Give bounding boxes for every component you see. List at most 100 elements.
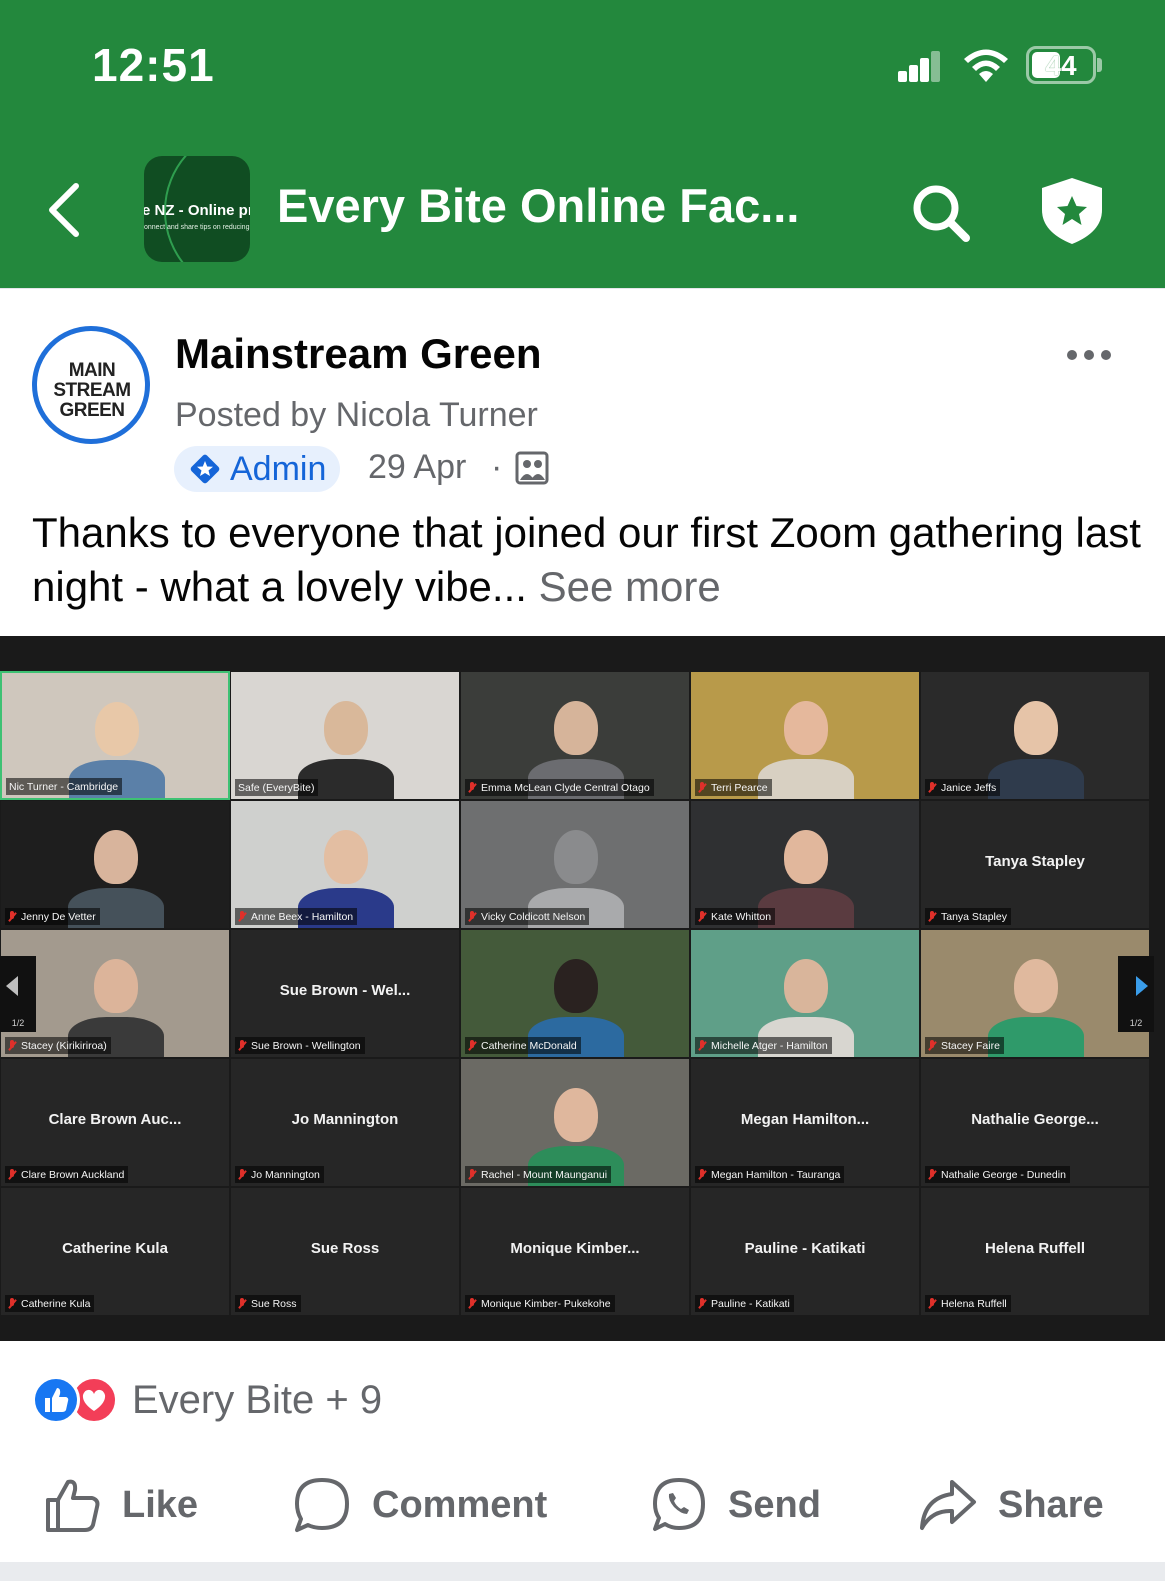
zoom-participant-tile: Jo Mannington Jo Mannington [230,1058,460,1187]
muted-mic-icon [238,1298,246,1309]
participant-name-label: Stacey Faire [925,1037,1004,1054]
participant-name-label: Sue Ross [235,1295,301,1312]
participant-name-label: Sue Brown - Wellington [235,1037,365,1054]
participant-display-name: Sue Brown - Wel... [279,982,411,999]
avatar-logo-text: MAIN STREAM GREEN [53,360,131,421]
participant-name-label: Tanya Stapley [925,908,1011,925]
zoom-participant-tile: Tanya Stapley Tanya Stapley [920,800,1150,929]
muted-mic-icon [928,911,936,922]
share-label: Share [998,1483,1104,1526]
zoom-participant-tile: Emma McLean Clyde Central Otago [460,671,690,800]
zoom-participant-tile: Sue Brown - Wel... Sue Brown - Wellington [230,929,460,1058]
like-label: Like [122,1483,199,1526]
participant-display-name: Pauline - Katikati [744,1240,866,1257]
participant-display-name: Sue Ross [310,1240,380,1257]
participant-display-name: Helena Ruffell [984,1240,1086,1257]
zoom-participant-tile: Vicky Coldicott Nelson [460,800,690,929]
post-image-zoom-gallery[interactable]: Nic Turner - Cambridge Safe (EveryBite) Em… [0,636,1165,1341]
page-avatar[interactable]: MAIN STREAM GREEN [32,326,150,444]
zoom-participant-tile: Stacey Faire [920,929,1150,1058]
participant-face [94,829,138,884]
gallery-next-button[interactable]: 1/2 [1118,956,1154,1032]
participant-face [94,958,138,1013]
zoom-participant-grid: Nic Turner - Cambridge Safe (EveryBite) Em… [0,671,1150,1316]
thumb-title: e NZ - Online pr [144,202,250,219]
zoom-participant-tile: Helena Ruffell Helena Ruffell [920,1187,1150,1316]
chevron-right-icon [1136,976,1148,996]
participant-face [784,958,828,1013]
posted-by-text[interactable]: Posted by Nicola Turner [175,396,538,435]
page-indicator-left: 1/2 [11,1018,25,1028]
participant-face [95,701,139,756]
group-title[interactable]: Every Bite Online Fac... [277,178,837,233]
admin-badge[interactable]: Admin [174,446,341,492]
participant-name-label: Emma McLean Clyde Central Otago [465,779,654,796]
comment-bubble-icon [295,1478,349,1532]
cellular-signal-icon [898,50,940,82]
participant-face [784,829,828,884]
muted-mic-icon [468,1169,476,1180]
thumbs-up-icon [46,1479,100,1532]
participant-face [554,700,598,755]
participant-name-label: Rachel - Mount Maunganui [465,1166,612,1183]
back-arrow-icon[interactable] [40,180,90,240]
send-label: Send [728,1483,821,1526]
gallery-prev-button[interactable]: 1/2 [0,956,36,1032]
zoom-participant-tile: Terri Pearce [690,671,920,800]
shield-star-icon[interactable] [1038,176,1106,246]
participant-name-label: Michelle Atger - Hamilton [695,1037,832,1054]
zoom-participant-tile: Monique Kimber... Monique Kimber- Pukekoh… [460,1187,690,1316]
participant-face [324,700,368,755]
zoom-participant-tile: Safe (EveryBite) [230,671,460,800]
zoom-participant-tile: Sue Ross Sue Ross [230,1187,460,1316]
participant-face [1014,958,1058,1013]
muted-mic-icon [468,782,476,793]
like-button[interactable]: Like [44,1474,198,1536]
zoom-participant-tile: Rachel - Mount Maunganui [460,1058,690,1187]
muted-mic-icon [238,1169,246,1180]
zoom-participant-tile: Pauline - Katikati Pauline - Katikati [690,1187,920,1316]
participant-name-label: Nathalie George - Dunedin [925,1166,1070,1183]
whatsapp-icon [653,1478,705,1531]
post-author-name[interactable]: Mainstream Green [175,330,541,378]
zoom-participant-tile: Nic Turner - Cambridge [0,671,230,800]
thumb-subtitle: onnect and share tips on reducing [144,224,250,231]
reactions-summary[interactable]: Every Bite + 9 [32,1374,382,1426]
muted-mic-icon [928,782,936,793]
battery-indicator: 44 [1026,46,1096,84]
muted-mic-icon [8,1298,16,1309]
group-audience-icon [515,451,549,485]
send-button[interactable]: Send [650,1474,821,1536]
more-options-icon[interactable] [1064,340,1114,370]
participant-shoulders [758,759,854,799]
group-cover-thumbnail[interactable]: e NZ - Online pr onnect and share tips o… [144,156,250,262]
zoom-participant-tile: Michelle Atger - Hamilton [690,929,920,1058]
muted-mic-icon [698,911,706,922]
post-body: Thanks to everyone that joined our first… [32,506,1142,614]
share-arrow-icon [920,1480,976,1530]
share-button[interactable]: Share [918,1474,1104,1536]
see-more-link[interactable]: See more [539,563,721,610]
participant-display-name: Megan Hamilton... [740,1111,870,1128]
battery-tip [1097,58,1102,72]
muted-mic-icon [8,1169,16,1180]
chevron-left-icon [6,976,18,996]
muted-mic-icon [8,1040,16,1051]
muted-mic-icon [698,1040,706,1051]
zoom-participant-tile: Clare Brown Auc... Clare Brown Auckland [0,1058,230,1187]
comment-button[interactable]: Comment [292,1474,547,1536]
reactions-count-text: Every Bite + 9 [132,1377,383,1422]
participant-display-name: Nathalie George... [971,1111,1099,1128]
admin-star-icon [190,454,220,484]
zoom-participant-tile: Catherine Kula Catherine Kula [0,1187,230,1316]
battery-level: 44 [1045,50,1077,81]
participant-name-label: Janice Jeffs [925,779,1001,796]
participant-display-name: Jo Mannington [291,1111,399,1128]
participant-name-label: Catherine McDonald [465,1037,581,1054]
search-icon[interactable] [910,182,972,244]
participant-name-label: Jo Mannington [235,1166,324,1183]
feed-separator [0,1562,1165,1581]
date-separator: · [491,448,503,486]
participant-name-label: Vicky Coldicott Nelson [465,908,590,925]
post-date[interactable]: 29 Apr [368,448,466,487]
